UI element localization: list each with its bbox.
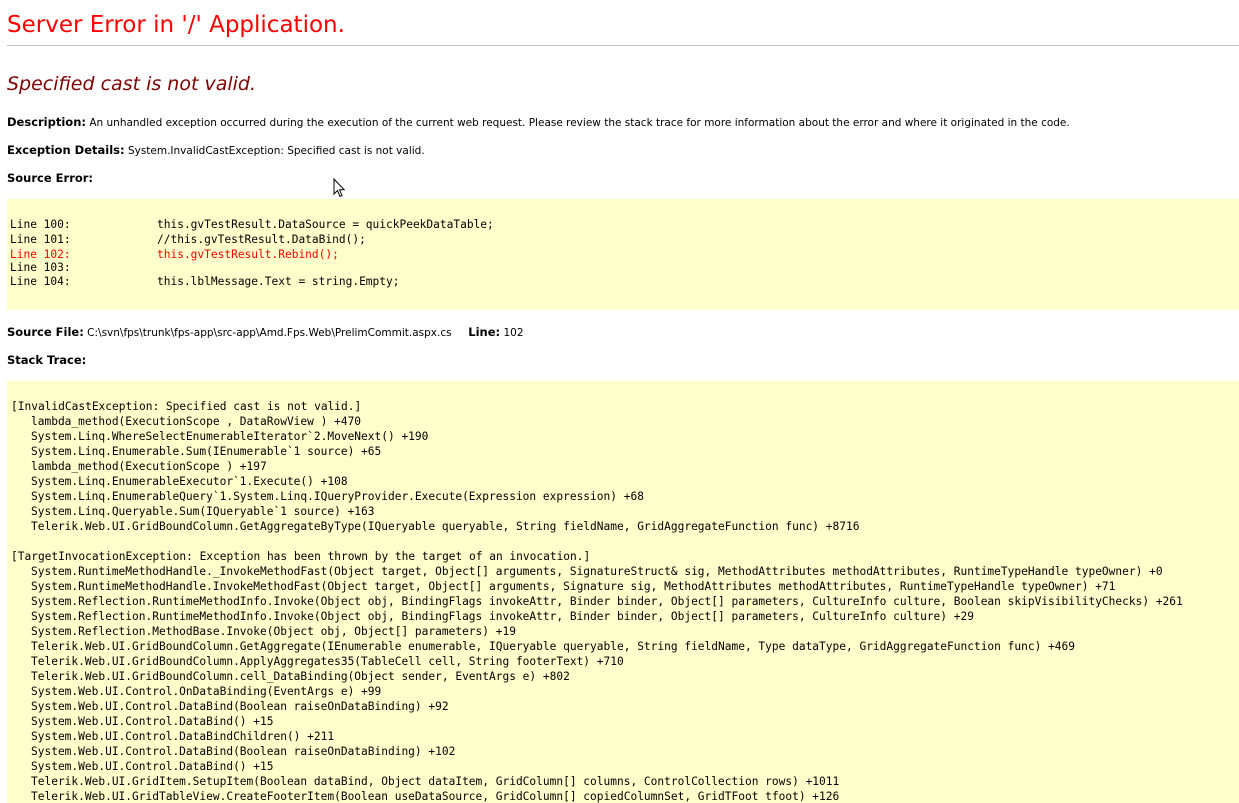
stack-frame: System.Reflection.MethodBase.Invoke(Obje… [31, 625, 516, 638]
source-line-code: //this.gvTestResult.DataBind(); [157, 233, 366, 246]
stack-frame: Telerik.Web.UI.GridTableView.CreateFoote… [31, 790, 840, 803]
title-divider [7, 45, 1239, 46]
source-line-value: 102 [503, 327, 524, 339]
source-line-label: Line: [468, 325, 501, 339]
stack-frame: System.Reflection.RuntimeMethodInfo.Invo… [31, 595, 1183, 608]
source-line-code: this.gvTestResult.DataSource = quickPeek… [157, 218, 494, 231]
exception-details-label: Exception Details: [7, 143, 125, 157]
source-line-code: this.gvTestResult.Rebind(); [157, 248, 339, 261]
stack-frame: System.RuntimeMethodHandle.InvokeMethodF… [31, 580, 1116, 593]
stack-frame: System.Web.UI.Control.OnDataBinding(Even… [31, 685, 382, 698]
stack-frame: System.Web.UI.Control.DataBind(Boolean r… [31, 700, 449, 713]
stack-frame: System.Web.UI.Control.DataBind(Boolean r… [31, 745, 456, 758]
page-title: Server Error in '/' Application. [7, 12, 345, 38]
stack-frame: System.Web.UI.Control.DataBind() +15 [31, 715, 274, 728]
source-line-number: Line 102: [10, 248, 71, 261]
description: Description: An unhandled exception occu… [7, 115, 1070, 130]
stack-frame: System.Linq.EnumerableQuery`1.System.Lin… [31, 490, 644, 503]
stack-frame: System.Linq.WhereSelectEnumerableIterato… [31, 430, 429, 443]
source-line: Line 102: this.gvTestResult.Rebind(); [10, 247, 1239, 262]
source-line-number: Line 101: [10, 233, 71, 246]
source-line-number: Line 103: [10, 261, 71, 274]
description-label: Description: [7, 115, 86, 129]
stack-frame: Telerik.Web.UI.GridBoundColumn.GetAggreg… [31, 640, 1075, 653]
stack-trace-code: [InvalidCastException: Specified cast is… [7, 381, 1239, 803]
source-line-number: Line 100: [10, 218, 71, 231]
stack-frame: System.Linq.Queryable.Sum(IQueryable`1 s… [31, 505, 375, 518]
source-error-label: Source Error: [7, 171, 94, 185]
mouse-pointer-icon [333, 178, 345, 198]
source-file-path: C:\svn\fps\trunk\fps-app\src-app\Amd.Fps… [87, 327, 452, 339]
source-line: Line 101: //this.gvTestResult.DataBind(); [10, 232, 1239, 247]
stack-frame: System.Linq.EnumerableExecutor`1.Execute… [31, 475, 348, 488]
source-line: Line 100: this.gvTestResult.DataSource = … [10, 217, 1239, 232]
stack-frame: Telerik.Web.UI.GridBoundColumn.cell_Data… [31, 670, 570, 683]
stack-frame: System.Linq.Enumerable.Sum(IEnumerable`1… [31, 445, 382, 458]
source-error-code: Line 100: this.gvTestResult.DataSource = … [7, 199, 1239, 289]
stack-frame: lambda_method(ExecutionScope , DataRowVi… [31, 415, 362, 428]
stack-trace-box: [InvalidCastException: Specified cast is… [7, 381, 1239, 803]
stack-trace-label: Stack Trace: [7, 353, 87, 367]
stack-frame: lambda_method(ExecutionScope ) +197 [31, 460, 267, 473]
stack-frame: System.Web.UI.Control.DataBindChildren()… [31, 730, 335, 743]
stack-frame: System.Web.UI.Control.DataBind() +15 [31, 760, 274, 773]
exception-details-text: System.InvalidCastException: Specified c… [127, 145, 425, 157]
stack-frame: Telerik.Web.UI.GridBoundColumn.GetAggreg… [31, 520, 860, 533]
stack-frame: Telerik.Web.UI.GridItem.SetupItem(Boolea… [31, 775, 840, 788]
stack-exception-header: [InvalidCastException: Specified cast is… [11, 400, 362, 413]
exception-details: Exception Details: System.InvalidCastExc… [7, 143, 425, 158]
source-line: Line 103: [10, 262, 1239, 274]
description-text: An unhandled exception occurred during t… [89, 117, 1070, 129]
source-line-code: this.lblMessage.Text = string.Empty; [157, 275, 400, 288]
source-line-number: Line 104: [10, 275, 71, 288]
source-file: Source File: C:\svn\fps\trunk\fps-app\sr… [7, 325, 524, 340]
stack-exception-header: [TargetInvocationException: Exception ha… [11, 550, 591, 563]
stack-frame: System.Reflection.RuntimeMethodInfo.Invo… [31, 610, 974, 623]
source-file-label: Source File: [7, 325, 84, 339]
stack-frame: System.RuntimeMethodHandle._InvokeMethod… [31, 565, 1163, 578]
stack-frame: Telerik.Web.UI.GridBoundColumn.ApplyAggr… [31, 655, 624, 668]
source-line: Line 104: this.lblMessage.Text = string.E… [10, 274, 1239, 289]
source-error-box: Line 100: this.gvTestResult.DataSource = … [7, 199, 1239, 310]
error-message: Specified cast is not valid. [7, 73, 256, 95]
